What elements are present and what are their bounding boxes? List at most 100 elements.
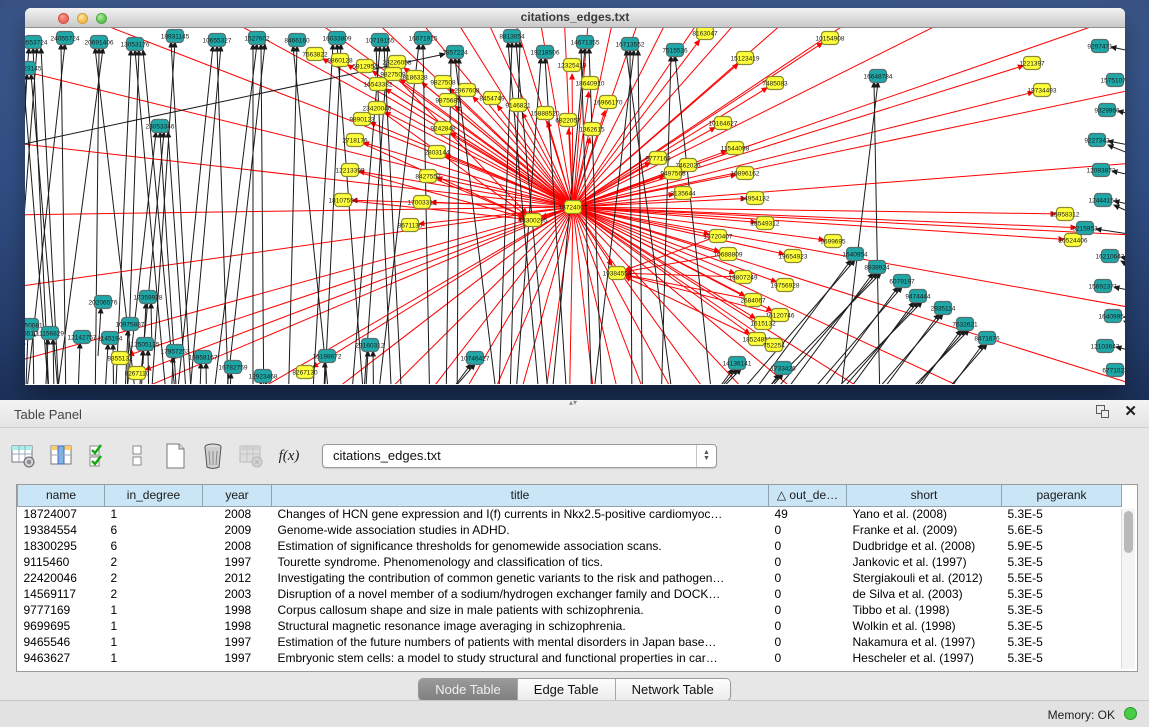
tab-network-table[interactable]: Network Table [616,679,730,700]
graph-node[interactable]: 9329966 [1094,104,1120,117]
graph-node[interactable]: 12325419 [558,59,587,72]
graph-node[interactable]: 16966170 [594,96,623,109]
graph-node[interactable]: 16648784 [864,70,893,83]
table-row[interactable]: 946554611997Estimation of the future num… [18,634,1122,650]
close-panel-icon[interactable]: ✕ [1124,405,1137,419]
graph-node[interactable]: 18931145 [161,30,190,43]
table-row[interactable]: 1456911722003Disruption of a novel membe… [18,586,1122,602]
graph-node[interactable]: 8454749 [479,92,505,105]
graph-node[interactable]: 8215953 [1072,222,1098,235]
graph-node[interactable]: 10746427 [461,352,490,365]
delete-rows-icon[interactable] [198,441,228,471]
network-canvas[interactable]: 1872400776638229860128591295423226058982… [25,28,1125,384]
graph-node[interactable]: 10164627 [709,117,738,130]
graph-node[interactable]: 2684067 [740,294,766,307]
graph-node[interactable]: 17957253 [161,345,190,358]
table-row[interactable]: 946362711997Embryonic stem cells: a mode… [18,650,1122,666]
graph-node[interactable]: 12103643 [1091,340,1120,353]
table-selector-dropdown[interactable]: citations_edges.txt ▲▼ [322,444,717,468]
table-row[interactable]: 911546021997Tourette syndrome. Phenomeno… [18,554,1122,570]
graph-node[interactable]: 9860128 [327,54,353,67]
graph-node[interactable]: 16713552 [616,38,645,51]
graph-node[interactable]: 16033809 [323,32,352,45]
graph-node[interactable]: 6079197 [889,275,915,288]
graph-node[interactable]: 15958312 [1051,208,1080,221]
tab-edge-table[interactable]: Edge Table [518,679,616,700]
graph-node[interactable]: 752254 [763,339,785,352]
graph-node[interactable]: 7857224 [442,46,468,59]
table-row[interactable]: 2242004622012Investigating the contribut… [18,570,1122,586]
graph-node[interactable]: 13053176 [121,38,150,51]
window-titlebar[interactable]: citations_edges.txt [25,8,1125,28]
table-row[interactable]: 977716911998Corpus callosum shape and si… [18,602,1122,618]
graph-node[interactable]: 6771023 [1102,364,1125,377]
graph-node[interactable]: 7515526 [662,44,688,57]
select-all-icon[interactable] [84,441,114,471]
graph-node[interactable]: 8427552 [415,170,441,183]
graph-node[interactable]: 9242848 [430,122,456,135]
graph-node[interactable]: 20553724 [25,36,48,49]
table-row[interactable]: 1938455462009Genome-wide association stu… [18,522,1122,538]
graph-node[interactable]: 1527602 [244,32,270,45]
column-header-pagerank[interactable]: pagerank [1002,485,1122,506]
graph-node[interactable]: 9355132 [107,352,133,365]
graph-node[interactable]: 7632621 [952,318,978,331]
graph-node[interactable]: 16210643 [1096,250,1125,263]
column-header-year[interactable]: year [203,485,272,506]
select-column-icon[interactable] [46,441,76,471]
graph-node[interactable]: 1221397 [1019,57,1045,70]
graph-node[interactable]: 9146821 [505,99,531,112]
graph-node[interactable]: 19734493 [1028,84,1057,97]
tab-node-table[interactable]: Node Table [419,679,518,700]
graph-node[interactable]: 9227342 [1084,134,1110,147]
column-header-short[interactable]: short [847,485,1002,506]
column-header-out_de[interactable]: △ out_de… [769,485,847,506]
graph-node[interactable]: 2935114 [931,302,956,315]
graph-node[interactable]: 16923145 [25,62,42,75]
graph-node[interactable]: 8466160 [284,34,310,47]
column-header-title[interactable]: title [272,485,769,506]
column-header-in_degree[interactable]: in_degree [105,485,203,506]
graph-node[interactable]: 15692371 [1089,280,1118,293]
graph-node[interactable]: 10154908 [816,32,845,45]
graph-node[interactable]: 10524406 [1059,234,1088,247]
graph-node[interactable]: 14136141 [723,357,752,370]
graph-node[interactable]: 15751074 [1101,74,1125,87]
graph-node[interactable]: 19218506 [531,46,560,59]
function-builder-icon[interactable]: f(x) [274,441,304,471]
graph-node[interactable]: 1145194 [98,332,123,345]
graph-node[interactable]: 9777169 [645,152,671,165]
graph-node[interactable]: 10655327 [203,34,232,47]
graph-node[interactable]: 15123419 [731,52,760,65]
graph-node[interactable]: 20691406 [85,36,114,49]
graph-node[interactable]: 9699695 [820,235,846,248]
table-scrollbar[interactable] [1121,509,1135,669]
table-row[interactable]: 1830029562008Estimation of significance … [18,538,1122,554]
table-row[interactable]: 969969511998Structural magnetic resonanc… [18,618,1122,634]
graph-node[interactable]: 12142757 [68,331,97,344]
graph-node[interactable]: 1640954 [842,248,868,261]
panel-drag-handle[interactable]: ▴▾ [569,400,577,406]
graph-node[interactable]: 19756928 [771,279,800,292]
graph-node[interactable]: 16409954 [1099,310,1125,323]
graph-node[interactable]: 12093872 [1087,164,1116,177]
table-row[interactable]: 1872400712008Changes of HCN gene express… [18,506,1122,522]
graph-node[interactable]: 9827508 [430,76,456,89]
graph-node[interactable]: 19654923 [779,250,808,263]
graph-node[interactable]: 9474444 [905,290,931,303]
graph-node[interactable]: 9297471 [1087,40,1113,53]
graph-node[interactable]: 20206576 [89,296,118,309]
graph-node[interactable]: 7485083 [762,77,788,90]
table-settings-icon[interactable] [8,441,38,471]
graph-node[interactable]: 12444154 [1089,194,1118,207]
graph-node[interactable]: 2803144 [424,146,450,159]
graph-node[interactable]: 5912954 [352,60,378,73]
graph-node[interactable]: 2967608 [454,84,480,97]
new-table-icon[interactable] [160,441,190,471]
graph-node[interactable]: 12213399 [336,164,365,177]
graph-node[interactable]: 17003312 [408,196,437,209]
rows-icon[interactable] [122,441,152,471]
graph-node[interactable]: 16071915 [409,32,438,45]
graph-node[interactable]: 16782759 [219,361,248,374]
graph-node[interactable]: 14671355 [571,36,600,49]
